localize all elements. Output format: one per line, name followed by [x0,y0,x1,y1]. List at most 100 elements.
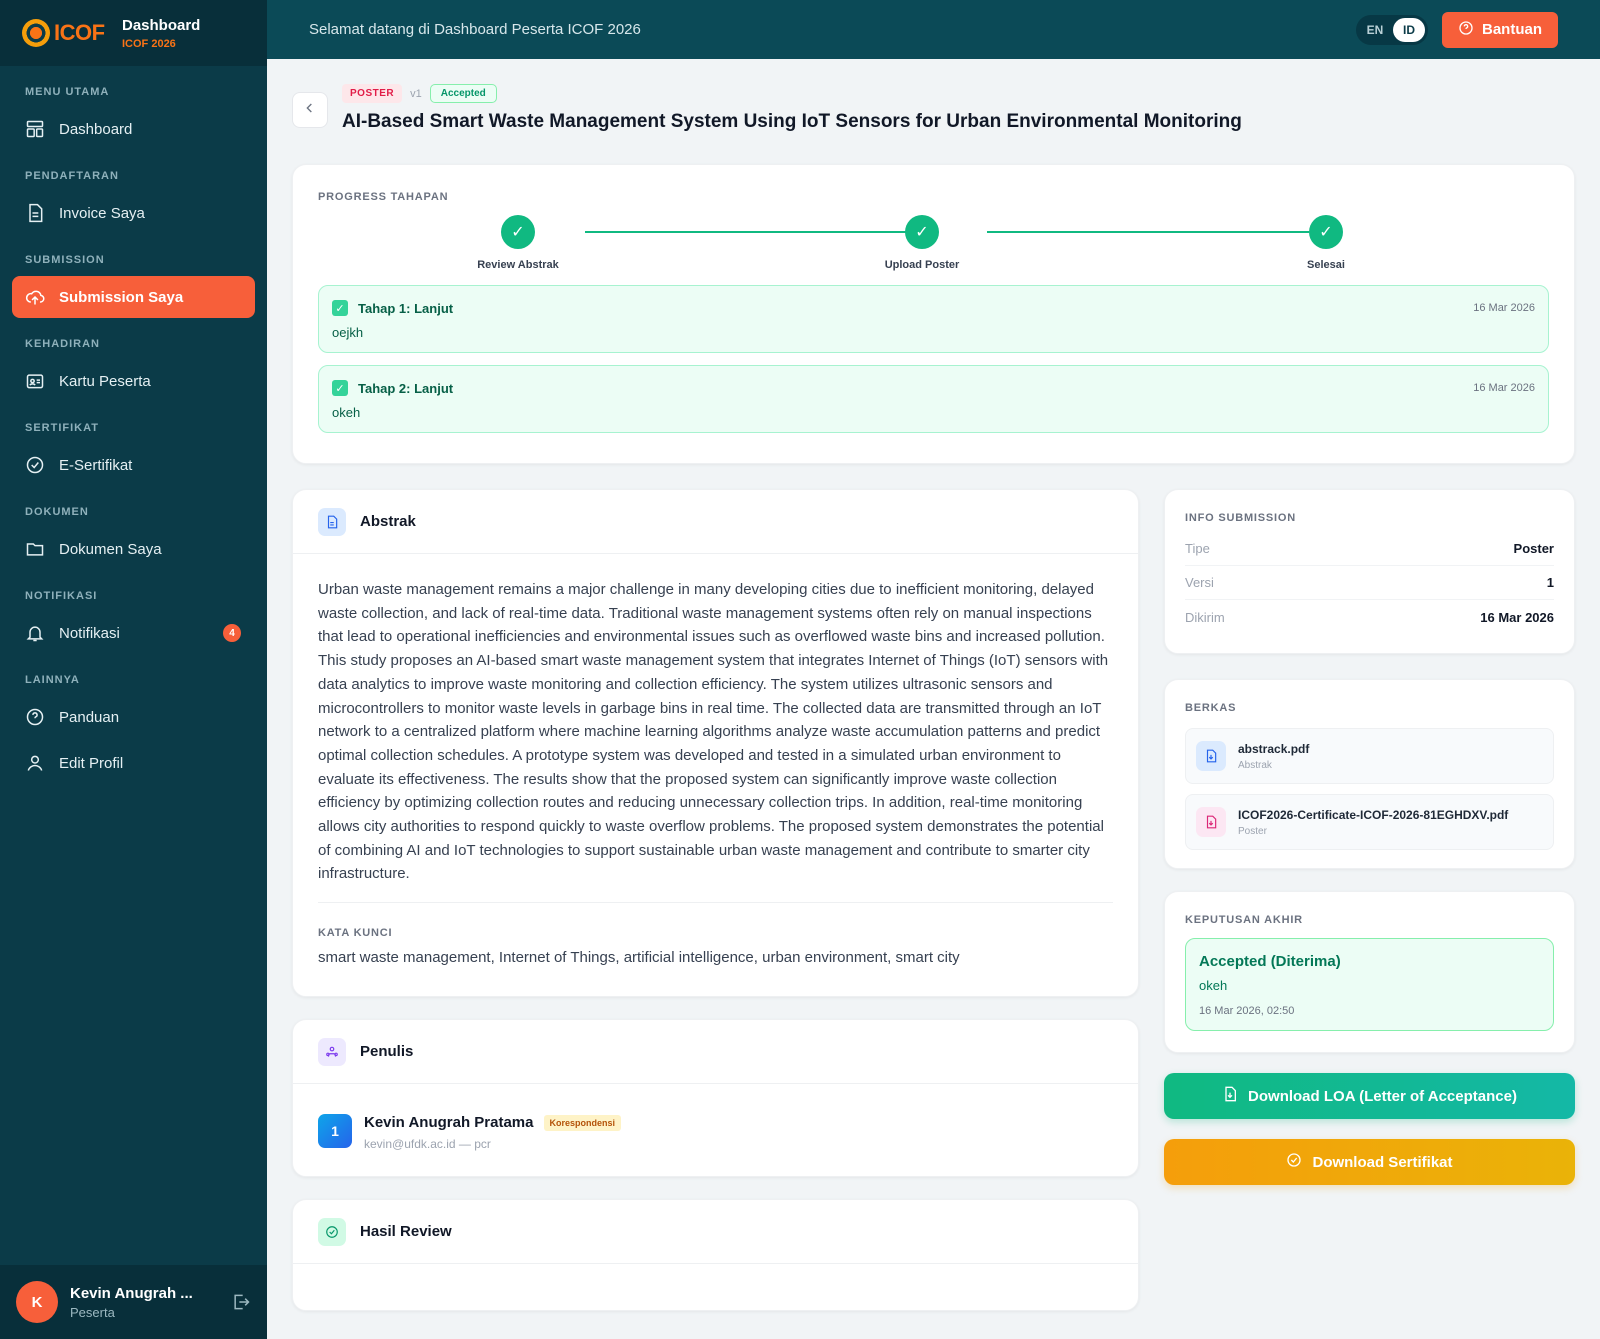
back-button[interactable] [292,92,328,128]
author-email: kevin@ufdk.ac.id — pcr [364,1137,491,1151]
logo: ICOF [22,19,120,47]
check-icon: ✓ [1309,215,1343,249]
logo-text: ICOF [54,20,105,45]
sidebar-item-label: Kartu Peserta [59,372,151,390]
page-header: POSTER v1 Accepted AI-Based Smart Waste … [292,59,1575,159]
badge-check-icon [25,455,45,475]
page-title: AI-Based Smart Waste Management System U… [342,111,1242,132]
stage-note: okeh [332,405,361,420]
help-circle-icon [25,707,45,727]
step-label: Review Abstrak [477,259,559,271]
info-row-versi: Versi 1 [1185,566,1554,600]
upload-cloud-icon [25,287,45,307]
checkbox-checked-icon: ✓ [332,300,348,316]
decision-note: okeh [1199,978,1228,993]
sidebar-item-submission[interactable]: Submission Saya [12,276,255,318]
sidebar-item-edit-profil[interactable]: Edit Profil [12,742,255,784]
step-selesai: ✓ Selesai [1266,215,1386,271]
user-name: Kevin Anugrah ... [70,1284,193,1302]
notification-count-badge: 4 [223,624,241,642]
avatar[interactable]: K [16,1281,58,1323]
nav-section-label: SERTIFIKAT [25,422,99,434]
stage-result-1: ✓ Tahap 1: Lanjut 16 Mar 2026 oejkh [318,285,1549,353]
sidebar-item-panduan[interactable]: Panduan [12,696,255,738]
download-loa-button[interactable]: Download LOA (Letter of Acceptance) [1164,1073,1575,1119]
sidebar-item-label: Dokumen Saya [59,540,162,558]
people-icon [318,1037,346,1066]
nav-section-label: LAINNYA [25,674,80,686]
version-chip: v1 [410,87,422,100]
download-certificate-button[interactable]: Download Sertifikat [1164,1139,1575,1185]
document-icon [318,507,346,536]
help-circle-icon [1458,20,1474,40]
sidebar-item-notifikasi[interactable]: Notifikasi 4 [12,612,255,654]
type-chip: POSTER [342,84,403,103]
nav-section-label: PENDAFTARAN [25,170,119,182]
welcome-text: Selamat datang di Dashboard Peserta ICOF… [309,21,641,38]
lang-en-option[interactable]: EN [1359,18,1391,42]
keywords-label: KATA KUNCI [318,927,393,940]
decision-box: Accepted (Diterima) okeh 16 Mar 2026, 02… [1185,938,1554,1031]
info-key: Tipe [1185,541,1210,556]
download-file-icon [1222,1086,1238,1106]
authors-title: Penulis [360,1043,414,1060]
check-circle-icon [318,1217,346,1246]
authors-card: Penulis 1 Kevin Anugrah Pratama Korespon… [292,1019,1139,1177]
review-title: Hasil Review [360,1223,452,1240]
sidebar-item-invoice[interactable]: Invoice Saya [12,192,255,234]
file-name: abstrack.pdf [1238,741,1310,756]
info-row-tipe: Tipe Poster [1185,532,1554,566]
stage-date: 16 Mar 2026 [1473,302,1535,314]
user-profile: K Kevin Anugrah ... Peserta [0,1265,267,1339]
stage-date: 16 Mar 2026 [1473,382,1535,394]
id-card-icon [25,371,45,391]
lang-id-option[interactable]: ID [1393,17,1425,42]
document-icon [25,203,45,223]
check-icon: ✓ [905,215,939,249]
file-type: Abstrak [1238,759,1272,771]
user-role: Peserta [70,1304,115,1320]
right-column: INFO SUBMISSION Tipe Poster Versi 1 Diki… [1164,489,1575,1185]
folder-icon [25,539,45,559]
author-name: Kevin Anugrah Pratama [364,1114,534,1131]
sidebar: ICOF Dashboard ICOF 2026 MENU UTAMA Dash… [0,0,267,1339]
help-button[interactable]: Bantuan [1442,11,1558,48]
step-review-abstrak: ✓ Review Abstrak [458,215,578,271]
logout-icon[interactable] [231,1292,251,1312]
step-label: Upload Poster [884,259,960,271]
sidebar-item-dashboard[interactable]: Dashboard [12,108,255,150]
help-button-label: Bantuan [1482,21,1542,38]
sidebar-nav: MENU UTAMA Dashboard PENDAFTARAN Invoice… [0,66,267,784]
sidebar-item-label: Dashboard [59,120,133,138]
stage-title: Tahap 1: Lanjut [358,300,454,316]
file-item-abstract[interactable]: abstrack.pdf Abstrak [1185,728,1554,784]
stage-title: Tahap 2: Lanjut [358,380,454,396]
badge-check-icon [1286,1152,1302,1172]
sidebar-item-dokumen[interactable]: Dokumen Saya [12,528,255,570]
submission-info-card: INFO SUBMISSION Tipe Poster Versi 1 Diki… [1164,489,1575,654]
brand[interactable]: ICOF Dashboard ICOF 2026 [0,0,267,66]
file-pdf-icon [1196,741,1226,771]
info-key: Dikirim [1185,609,1225,625]
keywords-text: smart waste management, Internet of Thin… [318,949,960,967]
logo-seal-icon [22,19,50,47]
sidebar-item-label: E-Sertifikat [59,456,133,474]
sidebar-item-label: Submission Saya [59,288,184,306]
file-name: ICOF2026-Certificate-ICOF-2026-81EGHDXV.… [1238,807,1509,822]
bell-icon [25,623,45,643]
sidebar-item-kartu-peserta[interactable]: Kartu Peserta [12,360,255,402]
sidebar-item-e-sertifikat[interactable]: E-Sertifikat [12,444,255,486]
dashboard-icon [25,119,45,139]
chevron-left-icon [302,100,318,121]
nav-section-label: DOKUMEN [25,506,89,518]
sidebar-item-label: Edit Profil [59,754,124,772]
nav-section-label: NOTIFIKASI [25,590,98,602]
language-toggle: EN ID [1356,14,1428,45]
sidebar-item-label: Invoice Saya [59,204,145,222]
decision-date: 16 Mar 2026, 02:50 [1199,1005,1295,1017]
step-upload-poster: ✓ Upload Poster [862,215,982,271]
step-connector [987,231,1309,233]
file-item-poster[interactable]: ICOF2026-Certificate-ICOF-2026-81EGHDXV.… [1185,794,1554,850]
review-card: Hasil Review [292,1199,1139,1311]
abstract-card: Abstrak Urban waste management remains a… [292,489,1139,997]
